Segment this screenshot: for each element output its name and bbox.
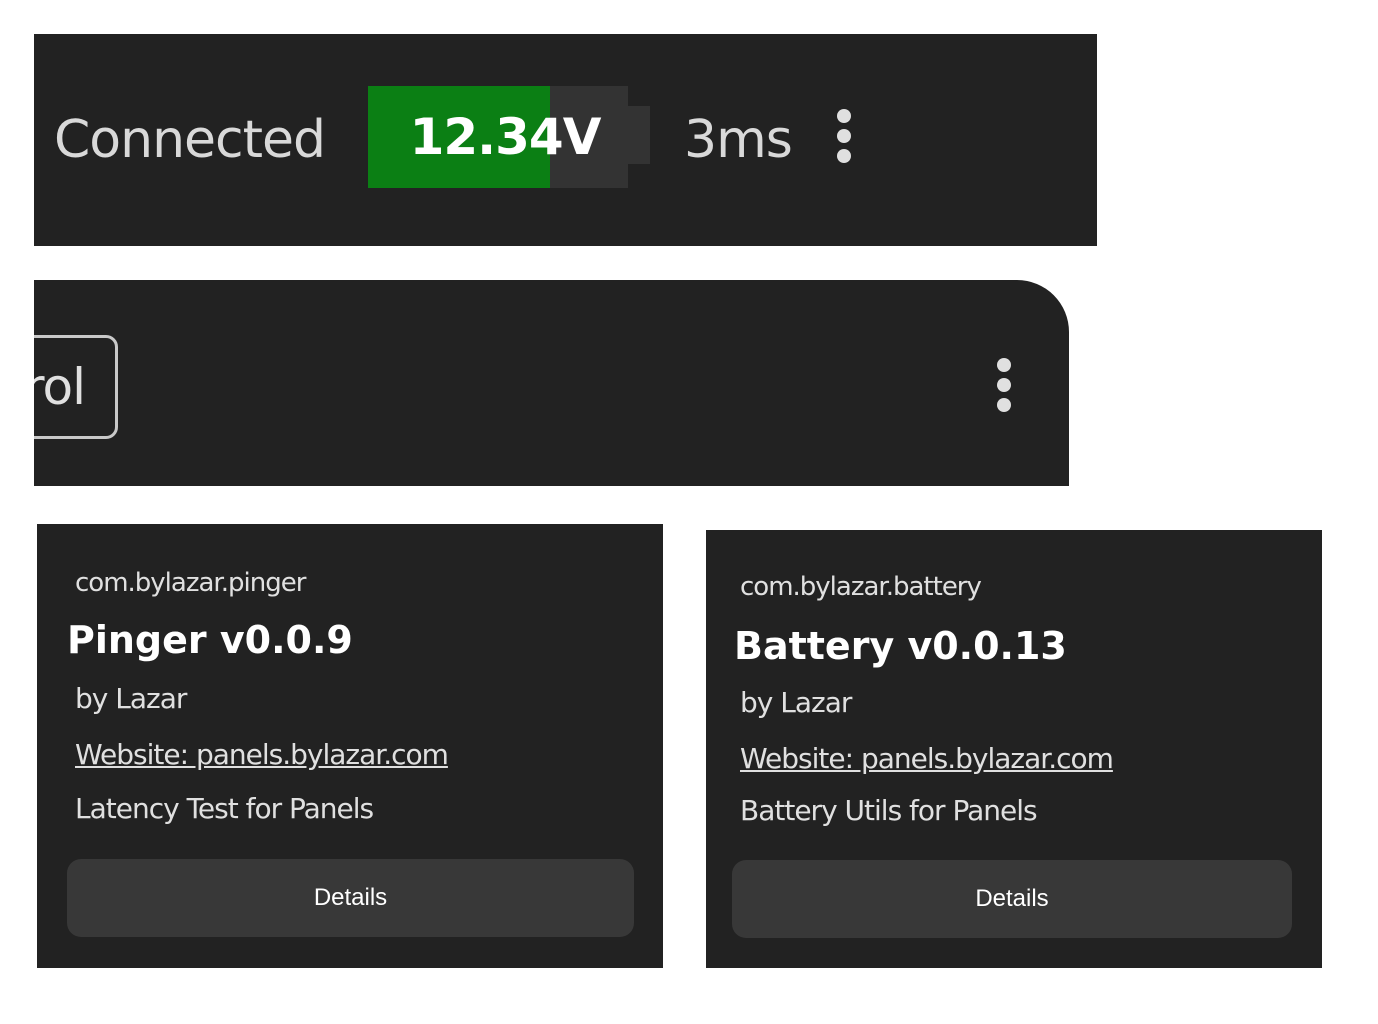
plugin-author: by Lazar (75, 682, 187, 715)
plugin-author: by Lazar (740, 686, 852, 719)
connection-status: Connected (54, 110, 326, 170)
plugin-package-id: com.bylazar.pinger (75, 568, 306, 598)
more-vertical-icon[interactable] (994, 358, 1014, 418)
control-tab-label: rol (34, 358, 86, 416)
latency-readout: 3ms (684, 110, 793, 170)
plugin-website-link[interactable]: Website: panels.bylazar.com (75, 738, 449, 771)
more-vertical-icon[interactable] (834, 109, 854, 169)
plugin-description: Battery Utils for Panels (740, 794, 1038, 827)
plugin-website-link[interactable]: Website: panels.bylazar.com (740, 742, 1114, 775)
toolbar: rol (34, 280, 1069, 486)
plugin-description: Latency Test for Panels (75, 792, 374, 825)
battery-indicator: 12.34V (368, 86, 651, 188)
plugin-card-battery: com.bylazar.battery Battery v0.0.13 by L… (706, 530, 1322, 968)
battery-terminal (628, 106, 650, 164)
details-button[interactable]: Details (732, 860, 1292, 938)
plugin-card-pinger: com.bylazar.pinger Pinger v0.0.9 by Laza… (37, 524, 663, 968)
plugin-package-id: com.bylazar.battery (740, 572, 982, 602)
status-bar: Connected 12.34V 3ms (34, 34, 1097, 246)
details-button[interactable]: Details (67, 859, 634, 937)
plugin-title: Battery v0.0.13 (734, 624, 1067, 668)
battery-voltage: 12.34V (409, 108, 602, 166)
control-tab[interactable]: rol (34, 335, 118, 439)
plugin-title: Pinger v0.0.9 (67, 618, 353, 662)
